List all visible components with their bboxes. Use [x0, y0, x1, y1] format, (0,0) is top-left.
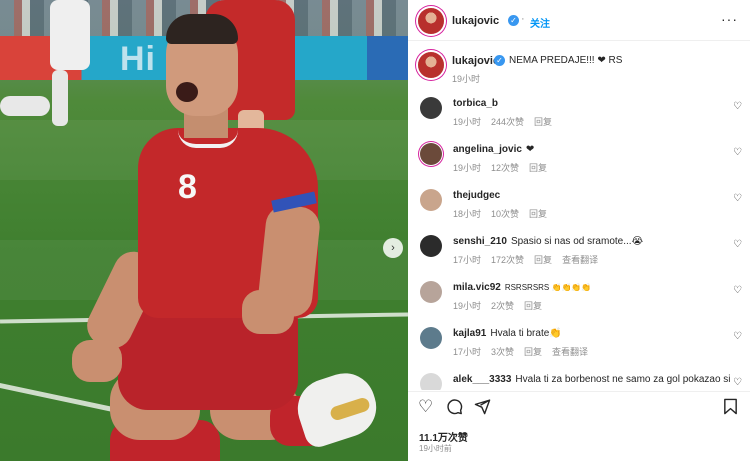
comment-icon[interactable] — [446, 398, 463, 418]
comment-likes[interactable]: 244次赞 — [491, 117, 524, 127]
comment-likes[interactable]: 3次赞 — [491, 347, 514, 357]
post-side-panel: lukajovic ✓ · 关注 ··· lukajovic ✓ NEMA PR… — [408, 0, 750, 461]
verified-icon: ✓ — [508, 15, 519, 26]
post-photo[interactable]: Hi ee 8 › — [0, 0, 408, 461]
commenter-avatar[interactable] — [420, 235, 442, 257]
reply-button[interactable]: 回复 — [534, 255, 552, 265]
caption-text: NEMA PREDAJE!!! ❤ RS — [509, 55, 623, 66]
see-translation-button[interactable]: 查看翻译 — [562, 255, 598, 265]
post-time: 19小时前 — [419, 444, 452, 453]
more-options-icon[interactable]: ··· — [721, 11, 738, 27]
separator-dot: · — [521, 13, 525, 25]
post-actions-bar: ♡ 11.1万次赞 19小时前 — [408, 391, 750, 461]
player-hair — [166, 14, 238, 44]
reply-button[interactable]: 回复 — [524, 301, 542, 311]
comment-time: 18小时 — [453, 209, 482, 219]
comment-text: RSRSRSRS 👏👏👏👏 — [504, 283, 592, 292]
heart-outline-icon[interactable]: ♡ — [733, 331, 742, 342]
player-mouth — [176, 82, 198, 102]
comment-username[interactable]: senshi_210 — [453, 236, 507, 247]
author-avatar[interactable] — [418, 52, 444, 78]
player-fist — [242, 290, 294, 334]
chevron-right-icon: › — [391, 241, 395, 254]
heart-outline-icon[interactable]: ♡ — [733, 193, 742, 204]
player-fist — [72, 340, 122, 382]
commenter-avatar[interactable] — [420, 143, 442, 165]
reply-button[interactable]: 回复 — [524, 347, 542, 357]
comment-time: 19小时 — [453, 117, 482, 127]
heart-outline-icon[interactable]: ♡ — [733, 101, 742, 112]
heart-outline-icon[interactable]: ♡ — [418, 398, 433, 415]
post-header: lukajovic ✓ · 关注 ··· — [408, 0, 750, 41]
commenter-avatar[interactable] — [420, 189, 442, 211]
comment-username[interactable]: kajla91 — [453, 328, 486, 339]
comment-text: Hvala ti brate👏 — [490, 328, 562, 339]
caption-username[interactable]: lukajovic — [452, 55, 499, 67]
background-player — [50, 0, 90, 70]
commenter-avatar[interactable] — [420, 281, 442, 303]
author-avatar[interactable] — [418, 8, 444, 34]
bookmark-icon[interactable] — [723, 398, 738, 418]
commenter-avatar[interactable] — [420, 327, 442, 349]
comment-likes[interactable]: 172次赞 — [491, 255, 524, 265]
author-username[interactable]: lukajovic — [452, 15, 499, 27]
comment-time: 19小时 — [453, 163, 482, 173]
comment-time: 17小时 — [453, 347, 482, 357]
carousel-next-button[interactable]: › — [383, 238, 403, 258]
reply-button[interactable]: 回复 — [529, 209, 547, 219]
fallen-player — [0, 96, 50, 116]
comment-username[interactable]: angelina_jovic — [453, 144, 522, 155]
background-player-leg — [52, 70, 68, 126]
heart-outline-icon[interactable]: ♡ — [733, 147, 742, 158]
verified-icon: ✓ — [494, 55, 505, 66]
commenter-avatar[interactable] — [420, 97, 442, 119]
reply-button[interactable]: 回复 — [529, 163, 547, 173]
follow-button[interactable]: 关注 — [530, 15, 550, 30]
comments-list[interactable]: lukajovic ✓ NEMA PREDAJE!!! ❤ RS 19小时 to… — [408, 42, 750, 390]
comment-likes[interactable]: 2次赞 — [491, 301, 514, 311]
heart-outline-icon[interactable]: ♡ — [733, 377, 742, 388]
comment-username[interactable]: mila.vic92 — [453, 282, 501, 293]
share-icon[interactable] — [474, 398, 491, 418]
reply-button[interactable]: 回复 — [534, 117, 552, 127]
caption-time: 19小时 — [452, 74, 481, 84]
see-translation-button[interactable]: 查看翻译 — [552, 347, 588, 357]
heart-outline-icon[interactable]: ♡ — [733, 239, 742, 250]
comment-time: 17小时 — [453, 255, 482, 265]
comment-likes[interactable]: 12次赞 — [491, 163, 519, 173]
comment-time: 19小时 — [453, 301, 482, 311]
comment-username[interactable]: alek___3333 — [453, 374, 511, 385]
commenter-avatar[interactable] — [420, 373, 442, 390]
likes-count[interactable]: 11.1万次赞 — [419, 429, 468, 444]
comment-text: Hvala ti za borbenost ne samo za gol pok… — [515, 374, 731, 385]
comment-username[interactable]: torbica_b — [453, 98, 498, 109]
comment-username[interactable]: thejudgec — [453, 190, 500, 201]
comment-text: Spasio si nas od sramote...😭 — [510, 236, 644, 247]
comment-text: ❤ — [525, 144, 535, 155]
heart-outline-icon[interactable]: ♡ — [733, 285, 742, 296]
jersey-number: 8 — [178, 168, 197, 206]
comment-likes[interactable]: 10次赞 — [491, 209, 519, 219]
